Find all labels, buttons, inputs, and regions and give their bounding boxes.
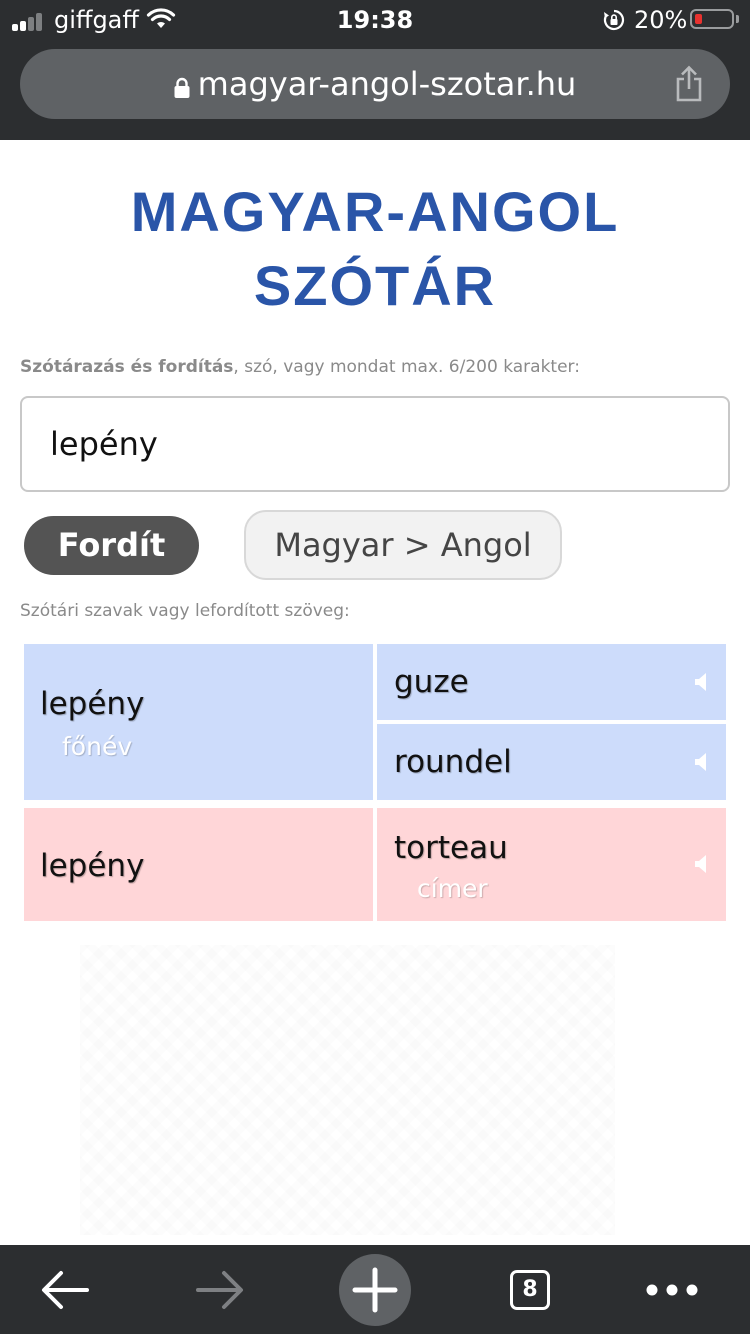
status-bar: giffgaff 19:38 20% [0, 0, 750, 40]
search-input[interactable]: lepény [20, 396, 730, 492]
rotation-lock-icon [603, 9, 625, 31]
translation-word: roundel [394, 744, 512, 780]
search-hint-rest: , szó, vagy mondat max. 6/200 karakter: [233, 357, 580, 377]
part-of-speech: főnév [62, 732, 133, 761]
source-word: lepény [40, 848, 145, 884]
back-button[interactable] [30, 1245, 100, 1334]
back-arrow-icon [42, 1270, 89, 1309]
tabs-button[interactable]: 8 [505, 1245, 555, 1334]
results-label: Szótári szavak vagy lefordított szöveg: [20, 601, 350, 621]
language-direction-button[interactable]: Magyar > Angol [244, 510, 562, 580]
domain-note: címer [417, 874, 488, 903]
speaker-icon[interactable] [694, 672, 710, 692]
address-bar[interactable]: magyar-angol-szotar.hu [20, 49, 730, 119]
result-source-cell: lepény [24, 808, 373, 921]
translation-row[interactable]: roundel [377, 724, 726, 800]
battery-tip [736, 15, 739, 23]
translation-row[interactable]: guze [377, 644, 726, 720]
translation-word: torteau [394, 830, 508, 866]
page-title-line1: MAGYAR-ANGOL [130, 180, 620, 243]
forward-arrow-icon [196, 1270, 243, 1309]
result-source-cell: lepény főnév [24, 644, 373, 800]
plus-icon [352, 1267, 398, 1312]
padlock-icon [174, 77, 190, 98]
more-menu-button[interactable] [640, 1245, 704, 1334]
speaker-icon[interactable] [694, 752, 710, 772]
page-title-line2: SZÓTÁR [253, 254, 497, 317]
search-hint-bold: Szótárazás és fordítás [20, 357, 234, 377]
page-title: MAGYAR-ANGOL SZÓTÁR [0, 175, 750, 323]
translate-button[interactable]: Fordít [24, 516, 199, 575]
forward-button[interactable] [185, 1245, 255, 1334]
search-hint: Szótárazás és fordítás, szó, vagy mondat… [20, 356, 580, 378]
page-url: magyar-angol-szotar.hu [197, 65, 577, 103]
tab-count: 8 [510, 1269, 550, 1310]
share-icon[interactable] [674, 65, 704, 103]
background-watermark [80, 945, 615, 1235]
battery-icon [690, 9, 734, 29]
more-dots-icon [646, 1284, 698, 1295]
translation-word: guze [394, 664, 469, 700]
source-word: lepény [40, 686, 145, 722]
browser-header: magyar-angol-szotar.hu [0, 40, 750, 140]
speaker-icon[interactable] [694, 854, 710, 874]
translation-row[interactable]: torteau címer [377, 808, 726, 921]
browser-toolbar: 8 [0, 1245, 750, 1334]
battery-percentage: 20% [634, 6, 688, 34]
new-tab-button[interactable] [339, 1245, 411, 1334]
